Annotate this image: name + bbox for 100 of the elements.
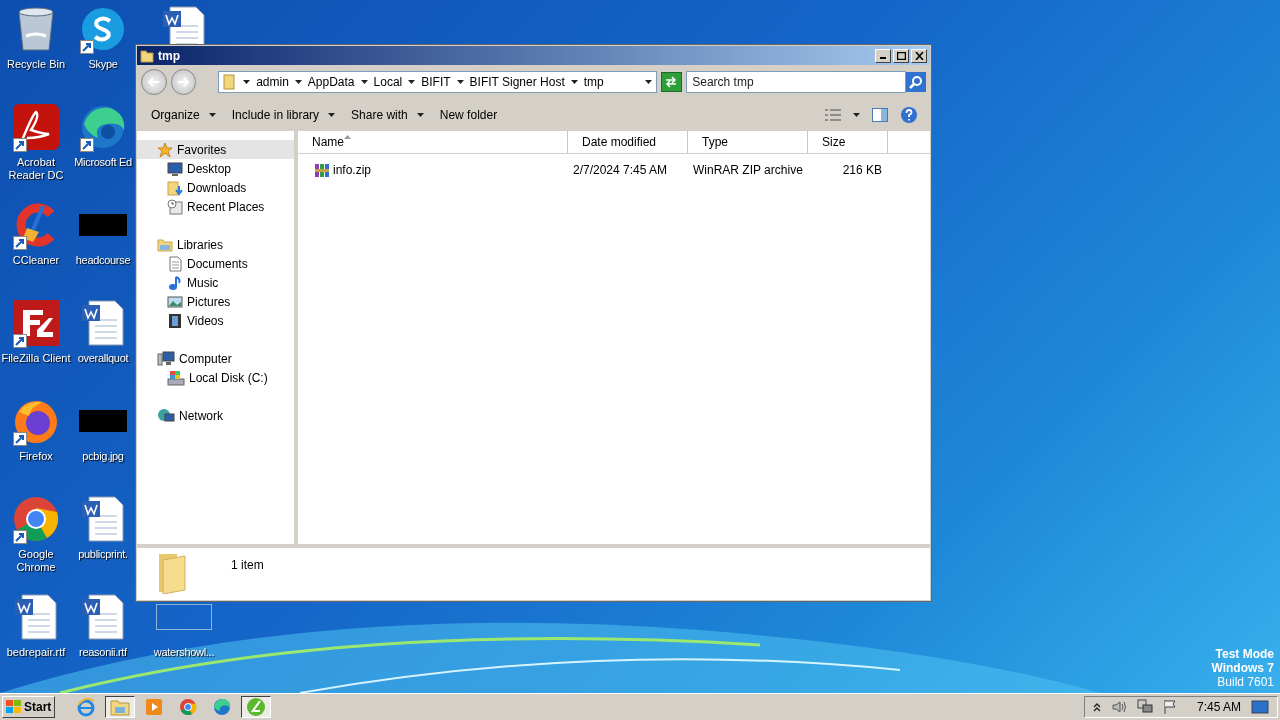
desktop-icon-label[interactable]: CCleaner	[12, 254, 60, 267]
clock-page-icon	[167, 198, 183, 215]
arrow-left-icon	[147, 77, 160, 87]
shortcut-arrow-icon	[80, 138, 94, 152]
nav-item[interactable]: Favorites	[137, 140, 294, 159]
nav-item[interactable]: Libraries	[137, 235, 294, 254]
nav-item[interactable]: Network	[137, 406, 294, 425]
breadcrumb-arrow-icon	[360, 80, 368, 84]
minimize-button[interactable]	[875, 48, 891, 63]
search-field[interactable]: Search tmp	[686, 71, 906, 93]
desktop-icon-label[interactable]: FileZilla Client	[1, 352, 71, 365]
shortcut-arrow-icon	[13, 334, 27, 348]
breadcrumb-arrow-icon	[294, 80, 302, 84]
column-header[interactable]: Name	[298, 131, 568, 153]
toolbar-button[interactable]: Share with	[343, 103, 432, 127]
taskbar-app[interactable]	[105, 696, 136, 718]
start-button[interactable]: Start	[2, 696, 56, 718]
chevron-up-icon[interactable]	[1092, 702, 1101, 712]
address-bar[interactable]: admin AppData Local BIFIT BIFIT Signer Host tmp	[218, 71, 657, 93]
network-icon[interactable]	[1136, 699, 1153, 715]
toolbar-button[interactable]: Include in library	[223, 103, 344, 127]
speaker-icon[interactable]	[1110, 700, 1127, 714]
back-button[interactable]	[141, 69, 167, 95]
desktop-icon-label[interactable]: pcbig.jpg	[82, 450, 124, 463]
nav-item[interactable]: Computer	[137, 349, 294, 368]
nav-item[interactable]: Pictures	[137, 292, 294, 311]
arrow-right-icon	[177, 77, 190, 87]
desktop-icon-label[interactable]: Acrobat Reader DC	[1, 156, 71, 182]
table-cell-text: WinRAR ZIP archive	[692, 162, 804, 179]
music-note-icon	[167, 274, 183, 291]
breadcrumb-arrow-icon	[243, 80, 251, 84]
file-name[interactable]: info.zip	[298, 161, 568, 179]
nav-item[interactable]: Music	[137, 273, 294, 292]
picture-icon	[167, 293, 183, 310]
refresh-button[interactable]	[660, 72, 683, 92]
sort-arrow-icon	[344, 135, 351, 139]
table-cell-text: 216 KB	[841, 162, 883, 179]
dropdown-caret-icon	[644, 80, 652, 84]
caret-icon	[328, 113, 336, 117]
drive-icon	[167, 369, 185, 386]
maximize-icon	[896, 51, 906, 60]
breadcrumb-item[interactable]: BIFIT	[421, 73, 451, 91]
app-icon	[246, 697, 267, 717]
toolbar-button[interactable]: Organize	[143, 103, 224, 127]
monitor-icon	[167, 160, 183, 177]
nav-item[interactable]: Desktop	[137, 159, 294, 178]
star-icon	[157, 141, 173, 158]
shortcut-arrow-icon	[80, 40, 94, 54]
view-caret-icon	[853, 113, 860, 117]
column-header[interactable]: Type	[688, 131, 808, 153]
item-count-text: 1 item	[231, 557, 264, 574]
desktop-icon-label[interactable]: headcourse	[75, 254, 131, 267]
desktop-icon-label[interactable]: Firefox	[19, 450, 53, 463]
library-folder-icon	[157, 236, 173, 253]
preview-pane-icon[interactable]	[872, 108, 888, 122]
caret-icon	[208, 113, 216, 117]
close-icon	[914, 51, 924, 60]
nav-item[interactable]: Local Disk (C:)	[137, 368, 294, 387]
desktop-icon-label[interactable]: bedrepair.rtf	[6, 646, 66, 659]
maximize-button[interactable]	[893, 48, 909, 63]
desktop-icon-label[interactable]: Recycle Bin	[6, 58, 66, 71]
folder-icon	[223, 74, 238, 90]
column-header[interactable]: Date modified	[568, 131, 688, 153]
search-button[interactable]	[906, 72, 926, 92]
breadcrumb-arrow-icon	[456, 80, 464, 84]
breadcrumb-item[interactable]: Local	[373, 73, 403, 91]
shortcut-arrow-icon	[13, 432, 27, 446]
nav-item[interactable]: Recent Places	[137, 197, 294, 216]
toolbar-button[interactable]: New folder	[431, 103, 506, 127]
desktop-icon-label[interactable]: overallquot	[77, 352, 129, 365]
search-icon	[909, 75, 923, 89]
breadcrumb-item[interactable]: BIFIT Signer Host	[469, 73, 565, 91]
computer-icon	[157, 350, 175, 367]
taskbar-app[interactable]	[241, 696, 272, 718]
desktop-icon-label[interactable]: Google Chrome	[1, 548, 71, 574]
nav-item[interactable]: Documents	[137, 254, 294, 273]
breadcrumb-arrow-icon	[570, 80, 578, 84]
forward-button[interactable]	[170, 69, 197, 95]
desktop-icon-label[interactable]: Microsoft Ed	[74, 156, 132, 169]
document-icon	[167, 255, 183, 272]
system-watermark-text: Build 7601	[1217, 675, 1274, 689]
nav-item[interactable]: Downloads	[137, 178, 294, 197]
breadcrumb-arrow-icon	[408, 80, 416, 84]
internet-explorer-icon	[76, 697, 97, 717]
desktop-icon-label[interactable]: reasonii.rtf	[79, 646, 127, 659]
column-header[interactable]: Size	[808, 131, 888, 153]
close-button[interactable]	[911, 48, 927, 63]
chrome-icon	[179, 698, 198, 716]
shortcut-arrow-icon	[13, 138, 27, 152]
nav-item[interactable]: Videos	[137, 311, 294, 330]
system-watermark-text: Windows 7	[1211, 661, 1274, 675]
refresh-icon	[664, 76, 679, 88]
breadcrumb-item[interactable]: AppData	[307, 73, 355, 91]
breadcrumb-item[interactable]: admin	[256, 73, 289, 91]
breadcrumb-item[interactable]: tmp	[583, 73, 604, 91]
desktop-icon-label[interactable]: publicprint.	[78, 548, 128, 561]
media-player-icon	[145, 698, 164, 716]
flag-icon[interactable]	[1162, 699, 1177, 715]
desktop-icon-label[interactable]: Skype	[88, 58, 118, 71]
help-icon[interactable]	[900, 106, 918, 124]
